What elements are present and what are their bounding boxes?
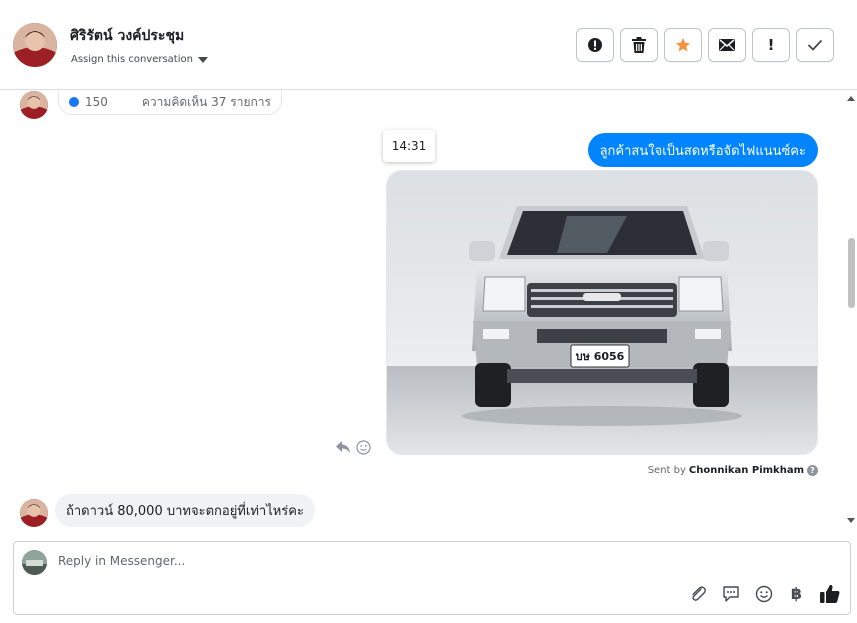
mark-important-button[interactable]: ! [752,28,790,62]
timestamp-tooltip: 14:31 [383,130,435,162]
sent-by-prefix: Sent by [647,465,686,476]
contact-name: ศิริรัตน์ วงค์ประชุม [70,28,185,44]
outgoing-message[interactable]: ลูกค้าสนใจเป็นสดหรือจัดไฟแนนซ์คะ [587,133,818,167]
mark-done-button[interactable] [796,28,834,62]
thumbs-up-icon [819,584,839,603]
car-photo: บษ 6056 [387,171,817,454]
star-button[interactable] [664,28,702,62]
saved-replies-button[interactable] [720,583,741,604]
star-icon [676,38,690,52]
sender-name: Chonnikan Pimkham [688,465,804,476]
payment-button[interactable]: ฿ [786,583,807,604]
like-icon [69,97,79,107]
header-actions: ! [576,28,834,62]
conversation-header: ศิริรัตน์ วงค์ประชุม Assign this convers… [0,0,857,90]
message-actions [336,440,371,455]
exclamation-icon: ! [767,36,775,54]
mail-button[interactable] [708,28,746,62]
chat-icon [722,585,739,602]
composer-tools: ฿ [687,583,840,604]
trash-icon [632,37,646,53]
contact-avatar-small[interactable] [20,499,48,527]
caret-down-icon [197,56,208,63]
message-scrollbar[interactable] [845,90,857,530]
license-plate-text: บษ 6056 [576,350,625,363]
paperclip-icon [691,585,706,601]
reply-icon[interactable] [336,441,351,454]
attach-button[interactable] [687,583,708,604]
mail-icon [719,39,735,51]
alert-icon [588,38,602,52]
scroll-up-arrow-icon[interactable] [847,96,855,101]
incoming-message[interactable]: ถ้าดาวน์ 80,000 บาทจะตกอยู่ที่เท่าไหร่คะ [55,494,315,527]
emoji-button[interactable] [753,583,774,604]
assign-conversation-dropdown[interactable]: Assign this conversation [71,54,208,65]
scrollbar-thumb[interactable] [848,238,855,308]
check-icon [807,39,823,51]
comment-count: ความคิดเห็น 37 รายการ [141,94,271,109]
assign-label: Assign this conversation [71,54,193,65]
smiley-icon [755,585,772,602]
reply-composer: ฿ [13,541,851,615]
reply-input[interactable] [58,554,658,568]
scroll-down-arrow-icon[interactable] [847,518,855,523]
contact-avatar-small[interactable] [20,91,48,119]
like-send-button[interactable] [819,583,840,604]
contact-avatar[interactable] [13,23,57,67]
baht-icon: ฿ [790,584,803,603]
help-icon[interactable]: ? [807,465,818,476]
delete-button[interactable] [620,28,658,62]
sent-by-info: Sent by Chonnikan Pimkham ? [648,465,818,476]
page-avatar [22,550,47,575]
previous-post-summary[interactable]: 150 ความคิดเห็น 37 รายการ [58,90,282,115]
alert-button[interactable] [576,28,614,62]
react-emoji-icon[interactable] [356,440,371,455]
car-photo-attachment[interactable]: บษ 6056 [386,170,818,455]
like-count: 150 [85,95,108,109]
